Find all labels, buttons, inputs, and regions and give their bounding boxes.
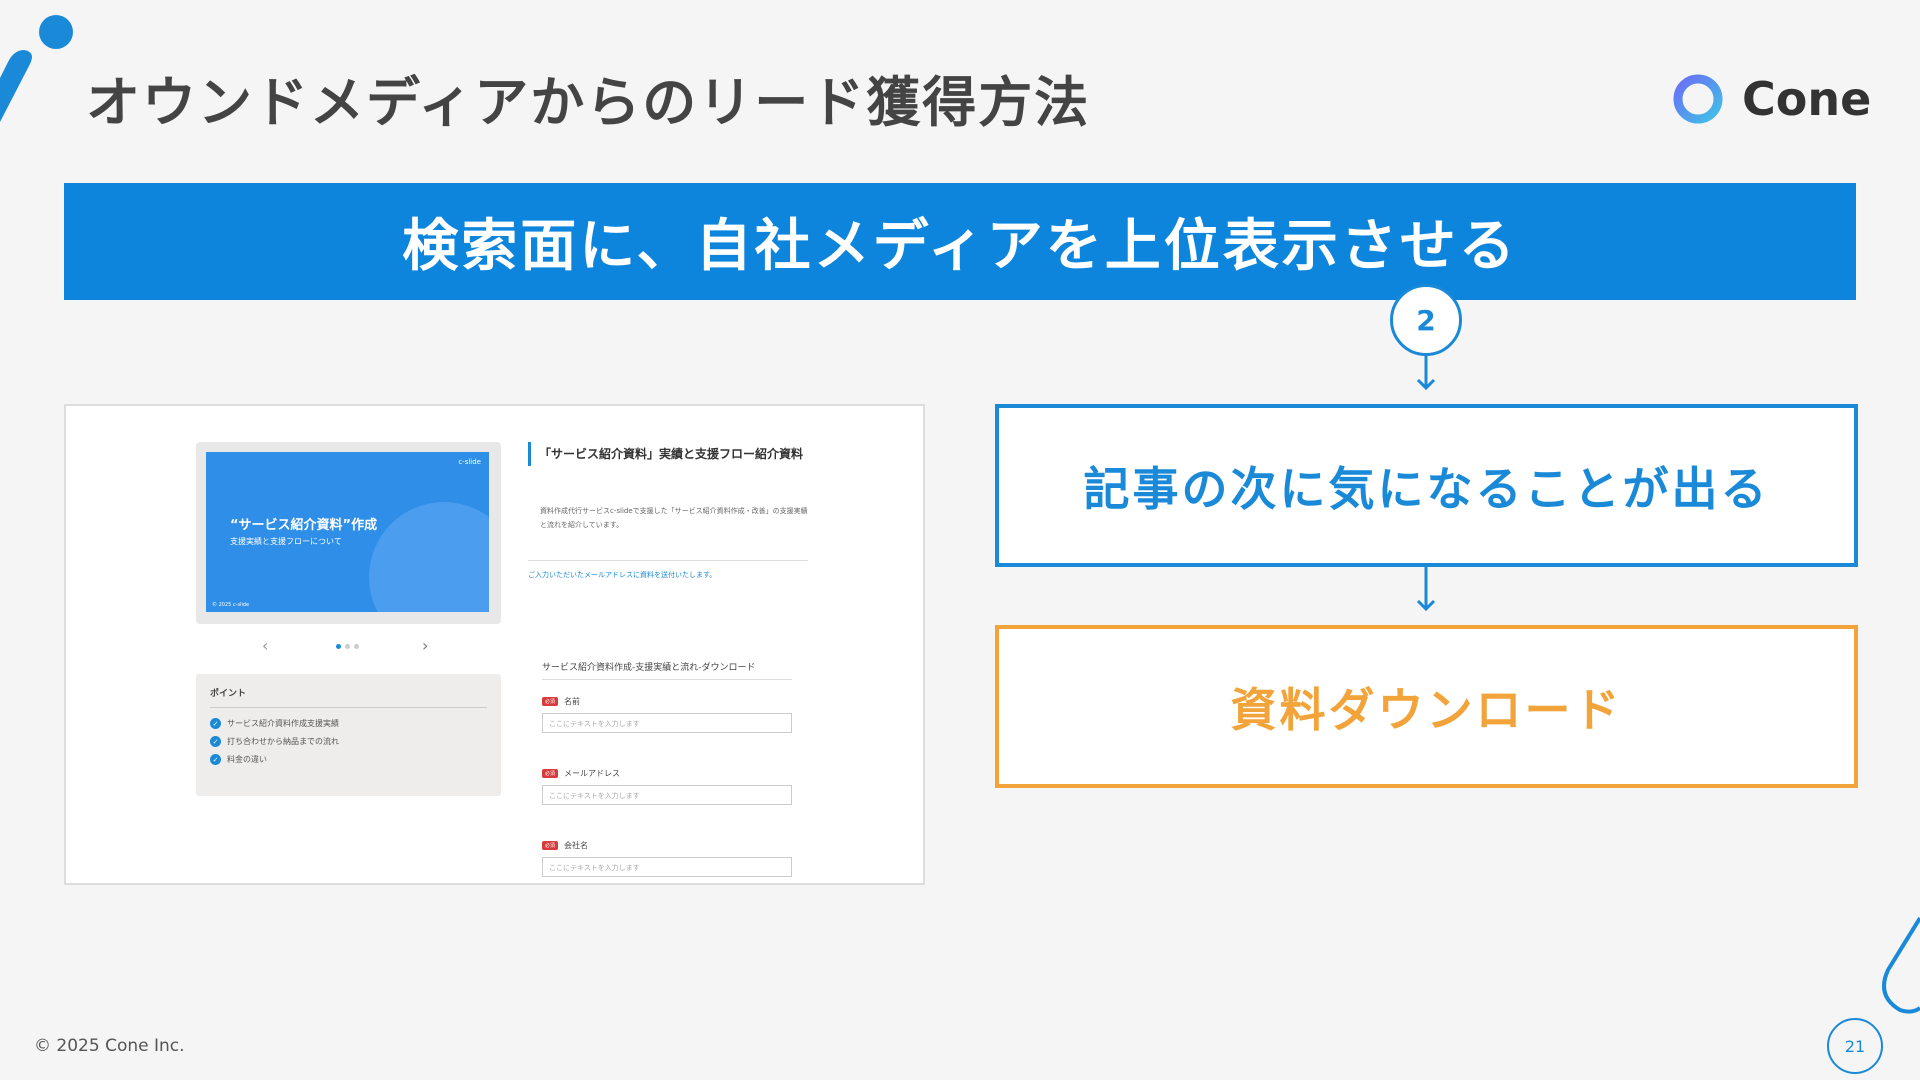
field-label-row: 必須 メールアドレス [542,768,792,779]
corner-decoration-bottom [1882,916,1920,1014]
carousel-dot[interactable] [345,644,350,649]
field-label: 名前 [564,697,581,706]
company-field: 必須 会社名 ここにテキストを入力します [542,840,792,877]
slide-thumbnail: c-slide “サービス紹介資料”作成 支援実績と支援フローについて © 20… [206,452,489,612]
field-label: メールアドレス [564,769,621,778]
check-icon: ✓ [210,754,221,765]
field-label: 会社名 [564,841,589,850]
required-badge: 必須 [542,697,559,706]
brand-logo: Cone [1672,72,1871,126]
cone-logo-icon [1673,74,1723,124]
point-text: サービス紹介資料作成支援実績 [227,719,339,728]
list-item: ✓ サービス紹介資料作成支援実績 [210,718,487,729]
thumbnail-brand: c-slide [458,458,481,466]
thumbnail-subtitle: 支援実績と支援フローについて [230,537,342,546]
list-item: ✓ 打ち合わせから納品までの流れ [210,736,487,747]
point-text: 料金の違い [227,755,267,764]
document-description: 資料作成代行サービスc-slideで支援した「サービス紹介資料作成・改善」の支援… [540,507,808,529]
check-icon: ✓ [210,736,221,747]
step-number-badge: 2 [1390,284,1462,356]
divider [528,560,808,561]
form-title: サービス紹介資料作成-支援実績と流れ-ダウンロード [542,660,792,680]
email-input[interactable]: ここにテキストを入力します [542,785,792,805]
flow-step-next-topic: 記事の次に気になることが出る [995,404,1858,567]
list-item: ✓ 料金の違い [210,754,487,765]
slide-thumbnail-frame: c-slide “サービス紹介資料”作成 支援実績と支援フローについて © 20… [196,442,501,624]
page-title: オウンドメディアからのリード獲得方法 [86,71,1091,134]
arrow-down-icon [1416,567,1436,612]
carousel-dots [336,644,359,649]
thumbnail-title: “サービス紹介資料”作成 [230,518,378,533]
company-input[interactable]: ここにテキストを入力します [542,857,792,877]
download-page-screenshot: c-slide “サービス紹介資料”作成 支援実績と支援フローについて © 20… [64,404,925,885]
thumbnail-decoration [369,502,489,612]
name-field: 必須 名前 ここにテキストを入力します [542,696,792,733]
check-icon: ✓ [210,718,221,729]
points-heading: ポイント [210,686,487,708]
points-panel: ポイント ✓ サービス紹介資料作成支援実績 ✓ 打ち合わせから納品までの流れ ✓… [196,674,501,796]
required-badge: 必須 [542,769,559,778]
chevron-right-icon[interactable]: › [422,636,428,655]
copyright: © 2025 Cone Inc. [34,1036,185,1056]
corner-decoration [0,15,73,122]
document-title: 「サービス紹介資料」実績と支援フロー紹介資料 [528,442,808,466]
chevron-left-icon[interactable]: ‹ [262,636,268,655]
page-number: 21 [1827,1018,1883,1074]
email-note: ご入力いただいたメールアドレスに資料を送付いたします。 [528,571,717,579]
field-label-row: 必須 名前 [542,696,792,707]
email-field: 必須 メールアドレス ここにテキストを入力します [542,768,792,805]
thumbnail-footer: © 2025 c-slide [212,602,250,608]
headline-banner: 検索面に、自社メディアを上位表示させる [64,183,1856,300]
logo-text: Cone [1742,72,1872,126]
required-badge: 必須 [542,841,559,850]
name-input[interactable]: ここにテキストを入力します [542,713,792,733]
arrow-down-icon [1416,356,1436,391]
carousel-dot[interactable] [354,644,359,649]
flow-step-download: 資料ダウンロード [995,625,1858,788]
point-text: 打ち合わせから納品までの流れ [227,737,339,746]
carousel-dot-active[interactable] [336,644,341,649]
field-label-row: 必須 会社名 [542,840,792,851]
